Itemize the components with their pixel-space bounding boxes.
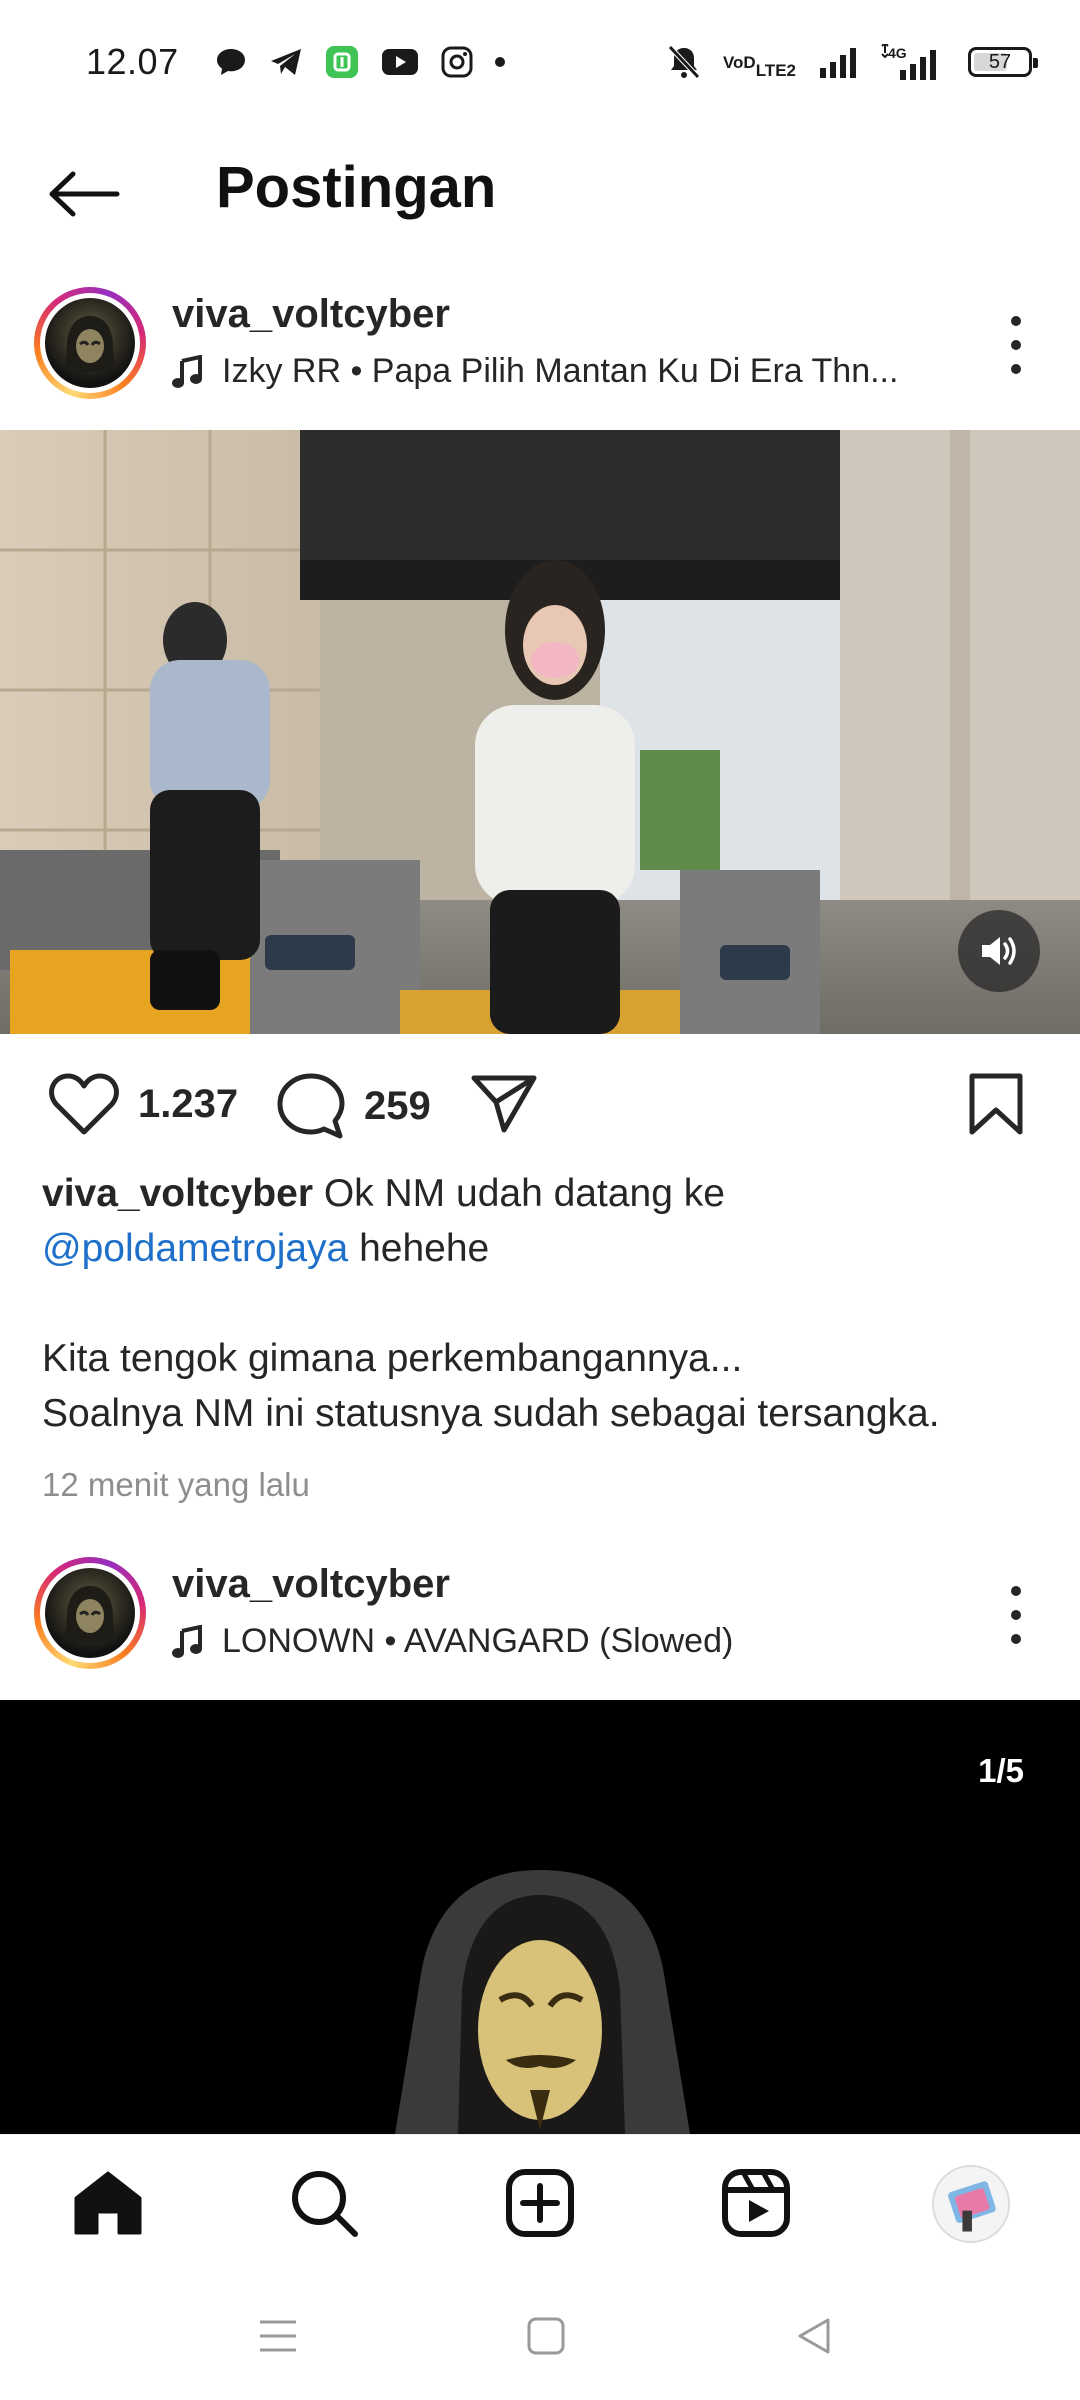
- instagram-icon: [441, 46, 473, 78]
- share-paper-plane-icon[interactable]: [470, 1072, 538, 1134]
- avatar-image: [45, 298, 135, 388]
- battery-level: 57: [988, 50, 1012, 73]
- tab-home[interactable]: [72, 2167, 144, 2239]
- caption-second-line: @poldametrojaya hehehe: [42, 1221, 1042, 1276]
- bookmark-icon[interactable]: [966, 1072, 1026, 1136]
- carousel-image-frame: [0, 1700, 1080, 2134]
- profile-avatar: [934, 2167, 1008, 2241]
- music-attribution[interactable]: LONOWN • AVANGARD (Slowed): [172, 1622, 733, 1661]
- story-avatar[interactable]: [34, 287, 146, 399]
- post-timestamp: 12 menit yang lalu: [42, 1466, 310, 1503]
- signal-icon: [818, 46, 858, 78]
- create-post-icon: [506, 2169, 574, 2237]
- more-options-button[interactable]: [992, 1580, 1040, 1650]
- caption-text: Kita tengok gimana perkembangannya...: [42, 1337, 743, 1380]
- home-icon: [74, 2171, 142, 2235]
- signal-4g-icon: 4G: [880, 44, 938, 80]
- more-options-button[interactable]: [992, 310, 1040, 380]
- post-caption: viva_voltcyber Ok NM udah datang ke @pol…: [42, 1166, 1042, 1441]
- music-label: LONOWN • AVANGARD (Slowed): [222, 1622, 734, 1660]
- page-title: Postingan: [216, 155, 497, 220]
- status-bar-left: 12.07: [86, 41, 505, 83]
- volte-icon: Vo D LTE2: [722, 52, 796, 80]
- bottom-tab-bar: [0, 2134, 1080, 2270]
- avatar-image: [45, 1568, 135, 1658]
- tab-profile[interactable]: [932, 2165, 1010, 2243]
- tab-search[interactable]: [288, 2167, 360, 2239]
- caption-text: hehehe: [348, 1227, 490, 1270]
- music-label: Izky RR • Papa Pilih Mantan Ku Di Era Th…: [222, 352, 899, 390]
- speaker-icon: [982, 937, 1016, 965]
- more-dot-icon: [494, 57, 505, 67]
- home-square-icon: [527, 2317, 565, 2355]
- recent-apps-button[interactable]: [248, 2308, 308, 2364]
- tab-create[interactable]: [504, 2167, 576, 2239]
- chat-bubble-icon: [215, 47, 247, 77]
- post-username[interactable]: viva_voltcyber: [172, 292, 450, 337]
- status-bar: 12.07 Vo D LTE2 4G 57: [0, 0, 1080, 124]
- comment-icon[interactable]: [276, 1072, 346, 1140]
- music-note-icon: [172, 1624, 202, 1658]
- caption-text: Ok NM udah datang ke: [313, 1172, 725, 1215]
- back-button[interactable]: [42, 164, 126, 224]
- post-header: viva_voltcyber LONOWN • AVANGARD (Slowed…: [0, 1538, 1080, 1688]
- telegram-icon: [269, 47, 303, 77]
- search-icon: [292, 2171, 358, 2237]
- top-navigation: Postingan: [0, 124, 1080, 264]
- like-count[interactable]: 1.237: [138, 1082, 238, 1127]
- status-time: 12.07: [86, 41, 179, 82]
- menu-icon: [260, 2320, 296, 2352]
- save-action: [966, 1072, 1026, 1136]
- status-bar-right: Vo D LTE2 4G 57: [667, 44, 1038, 80]
- youtube-icon: [381, 48, 419, 76]
- tab-reels[interactable]: [720, 2167, 792, 2239]
- system-back-button[interactable]: [784, 2308, 844, 2364]
- caption-text: Soalnya NM ini statusnya sudah sebagai t…: [42, 1392, 940, 1435]
- heart-icon[interactable]: [48, 1072, 120, 1136]
- share-action: [470, 1072, 538, 1134]
- arrow-left-icon: [49, 171, 120, 217]
- back-triangle-icon: [798, 2318, 830, 2354]
- caption-mention-link[interactable]: @poldametrojaya: [42, 1227, 348, 1270]
- carousel-counter: 1/5: [956, 1740, 1046, 1802]
- battery-icon: 57: [968, 47, 1038, 77]
- post-header: viva_voltcyber Izky RR • Papa Pilih Mant…: [0, 268, 1080, 418]
- svg-text:4G: 4G: [888, 45, 907, 61]
- reels-icon: [722, 2169, 790, 2237]
- bell-muted-icon: [667, 44, 701, 80]
- video-frame: [0, 430, 1080, 1034]
- post-video[interactable]: [0, 430, 1080, 1034]
- post-actions: 1.237 259: [0, 1034, 1080, 1174]
- music-note-icon: [172, 354, 202, 388]
- app-icon: [325, 45, 359, 79]
- system-navigation-bar: [0, 2270, 1080, 2400]
- comment-count[interactable]: 259: [364, 1084, 431, 1129]
- music-attribution[interactable]: Izky RR • Papa Pilih Mantan Ku Di Era Th…: [172, 352, 898, 391]
- comment-action: 259: [276, 1072, 431, 1140]
- like-action: 1.237: [48, 1072, 238, 1136]
- instagram-post-screen: 12.07 Vo D LTE2 4G 57 Postingan viva_vol…: [0, 0, 1080, 2400]
- caption-username[interactable]: viva_voltcyber: [42, 1172, 313, 1215]
- caption-first-line: viva_voltcyber Ok NM udah datang ke: [42, 1166, 1042, 1221]
- post-username[interactable]: viva_voltcyber: [172, 1562, 450, 1607]
- system-home-button[interactable]: [516, 2308, 576, 2364]
- post-carousel-image[interactable]: 1/5: [0, 1700, 1080, 2134]
- audio-toggle-button[interactable]: [958, 910, 1040, 992]
- story-avatar[interactable]: [34, 1557, 146, 1669]
